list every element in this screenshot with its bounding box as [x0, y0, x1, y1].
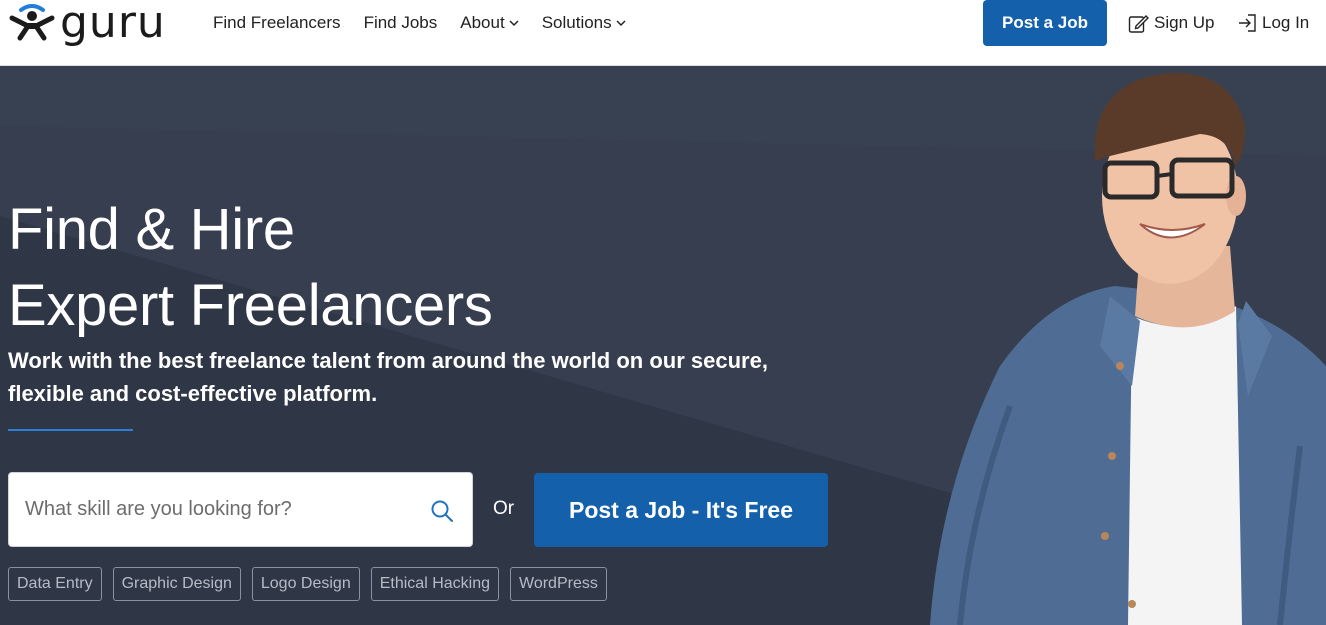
post-job-button[interactable]: Post a Job: [983, 0, 1107, 46]
nav-solutions[interactable]: Solutions: [542, 13, 626, 33]
hero-title-line1: Find & Hire: [8, 197, 295, 262]
logo-text: guru: [60, 0, 166, 48]
chevron-down-icon: [509, 19, 519, 26]
nav-label: About: [460, 13, 505, 32]
sign-up-link[interactable]: Sign Up: [1128, 0, 1214, 46]
tag-ethical-hacking[interactable]: Ethical Hacking: [370, 567, 499, 601]
sign-up-label: Sign Up: [1154, 13, 1215, 32]
logo[interactable]: guru: [8, 0, 173, 48]
nav-label: Solutions: [541, 13, 612, 32]
nav-about[interactable]: About: [460, 13, 519, 33]
search-input[interactable]: [9, 473, 409, 546]
hero-title: Find & Hire Expert Freelancers: [8, 192, 493, 344]
nav-find-jobs[interactable]: Find Jobs: [364, 13, 438, 33]
popular-skill-tags: Data Entry Graphic Design Logo Design Et…: [8, 567, 618, 601]
chevron-down-icon: [616, 19, 626, 26]
hero-title-line2: Expert Freelancers: [8, 273, 493, 338]
log-in-link[interactable]: Log In: [1237, 0, 1309, 46]
nav-find-freelancers[interactable]: Find Freelancers: [213, 13, 341, 33]
nav-label: Find Jobs: [363, 13, 438, 32]
post-job-free-button[interactable]: Post a Job - It's Free: [534, 473, 828, 547]
site-header: guru Find Freelancers Find Jobs About So…: [0, 0, 1326, 66]
skill-search: [8, 472, 473, 547]
tag-data-entry[interactable]: Data Entry: [8, 567, 102, 601]
edit-icon: [1128, 14, 1149, 33]
search-icon[interactable]: [430, 499, 454, 523]
login-icon: [1239, 14, 1256, 32]
tag-graphic-design[interactable]: Graphic Design: [112, 567, 241, 601]
accent-divider: [8, 429, 133, 431]
tag-logo-design[interactable]: Logo Design: [251, 567, 360, 601]
hero-subtitle: Work with the best freelance talent from…: [8, 344, 808, 410]
or-label: Or: [493, 498, 515, 519]
log-in-label: Log In: [1262, 13, 1310, 32]
tag-wordpress[interactable]: WordPress: [510, 567, 607, 601]
hero-subtitle-line2: flexible and cost-effective platform.: [8, 381, 378, 406]
guru-person-icon: [9, 4, 55, 41]
hero-person-image: [930, 73, 1326, 625]
main-nav: Find Freelancers Find Jobs About Solutio…: [213, 0, 649, 46]
nav-label: Find Freelancers: [213, 13, 341, 32]
hero-subtitle-line1: Work with the best freelance talent from…: [8, 348, 768, 373]
hero-section: Find & Hire Expert Freelancers Work with…: [0, 66, 1326, 625]
